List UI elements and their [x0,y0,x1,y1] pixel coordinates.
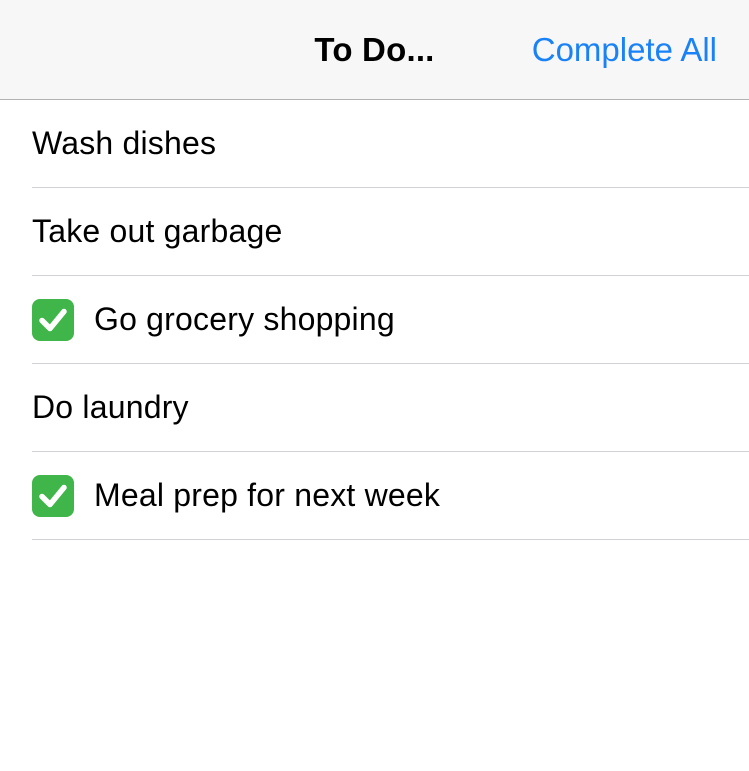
todo-label: Go grocery shopping [94,301,395,337]
todo-label: Do laundry [32,389,189,425]
todo-item-go-grocery-shopping[interactable]: Go grocery shopping [32,276,749,364]
complete-all-button[interactable]: Complete All [532,0,717,99]
navigation-bar: To Do... Complete All [0,0,749,100]
todo-item-wash-dishes[interactable]: Wash dishes [32,100,749,188]
checkmark-icon [32,474,74,517]
todo-label: Take out garbage [32,213,283,249]
todo-item-do-laundry[interactable]: Do laundry [32,364,749,452]
todo-list: Wash dishes Take out garbage Go grocery … [0,100,749,540]
todo-item-take-out-garbage[interactable]: Take out garbage [32,188,749,276]
todo-label: Meal prep for next week [94,477,441,513]
todo-item-meal-prep[interactable]: Meal prep for next week [32,452,749,540]
todo-label: Wash dishes [32,125,217,161]
checkmark-icon [32,298,74,341]
